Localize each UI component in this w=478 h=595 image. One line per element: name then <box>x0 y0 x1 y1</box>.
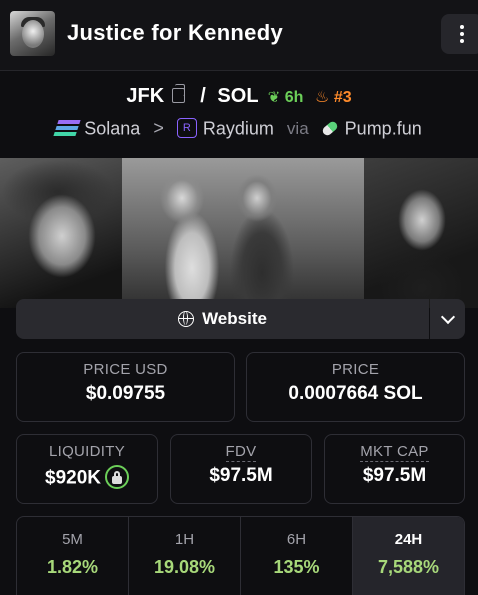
app-header: Justice for Kennedy <box>0 0 478 71</box>
base-symbol: JFK <box>126 85 165 107</box>
token-title: Justice for Kennedy <box>67 20 283 45</box>
token-banner <box>0 158 478 308</box>
price-label: PRICE <box>331 361 380 378</box>
chain-link[interactable]: Solana <box>84 118 140 138</box>
tab-24h[interactable]: 24H 7,588% <box>353 517 464 595</box>
solana-icon <box>53 120 81 136</box>
website-label: Website <box>202 309 267 328</box>
launchpad-link[interactable]: Pump.fun <box>345 118 422 138</box>
sprout-icon: ❦ <box>267 89 281 106</box>
fdv-label[interactable]: FDV <box>225 443 257 462</box>
banner-photo-2 <box>122 158 364 308</box>
price-change-tabs: 5M 1.82% 1H 19.08% 6H 135% 24H 7,588% <box>16 516 465 595</box>
liquidity-value: $920K <box>45 467 101 489</box>
tab-1h-label: 1H <box>174 531 195 548</box>
route-line: Solana > R Raydium via Pump.fun <box>0 118 478 141</box>
lock-icon[interactable] <box>105 465 129 489</box>
price-usd-label: PRICE USD <box>83 361 168 378</box>
tab-1h[interactable]: 1H 19.08% <box>129 517 241 595</box>
pill-icon <box>320 119 339 137</box>
tab-1h-value: 19.08% <box>153 557 216 577</box>
trending-rank: #3 <box>333 89 352 106</box>
tab-24h-value: 7,588% <box>377 557 440 577</box>
copy-icon[interactable] <box>171 83 185 103</box>
chevron-right-icon: > <box>153 118 164 139</box>
via-text: via <box>286 119 309 139</box>
kebab-menu-icon[interactable] <box>441 14 478 54</box>
price-card: PRICE 0.0007664 SOL <box>246 352 465 422</box>
price-usd-card: PRICE USD $0.09755 <box>16 352 235 422</box>
tab-5m[interactable]: 5M 1.82% <box>17 517 129 595</box>
tab-6h[interactable]: 6H 135% <box>241 517 353 595</box>
tab-6h-value: 135% <box>273 557 320 577</box>
price-usd-value: $0.09755 <box>85 383 166 404</box>
fdv-value: $97.5M <box>209 465 273 486</box>
pair-line: JFK / SOL ❦ 6h ♨ #3 <box>0 83 478 108</box>
mkt-cap-value: $97.5M <box>362 465 427 486</box>
flame-icon: ♨ <box>315 89 330 106</box>
mkt-cap-card: MKT CAP $97.5M <box>324 434 465 504</box>
quote-symbol: SOL <box>217 85 259 107</box>
tab-24h-label: 24H <box>394 531 423 548</box>
banner-photo-3 <box>364 158 478 308</box>
tab-5m-label: 5M <box>62 531 83 548</box>
raydium-icon: R <box>176 118 197 138</box>
mkt-cap-label[interactable]: MKT CAP <box>360 443 429 462</box>
tab-5m-value: 1.82% <box>46 557 99 577</box>
tab-6h-label: 6H <box>286 531 307 548</box>
links-dropdown-button[interactable] <box>430 299 465 339</box>
website-button[interactable]: Website <box>16 299 429 339</box>
price-value: 0.0007664 SOL <box>288 383 423 404</box>
liquidity-label: LIQUIDITY <box>48 443 126 460</box>
dex-link[interactable]: Raydium <box>203 118 274 138</box>
globe-icon <box>178 311 195 327</box>
fdv-card: FDV $97.5M <box>170 434 312 504</box>
pair-separator: / <box>200 85 206 107</box>
chevron-down-icon <box>440 309 455 324</box>
liquidity-card: LIQUIDITY $920K <box>16 434 158 504</box>
token-avatar <box>10 11 55 56</box>
banner-photo-1 <box>0 158 122 308</box>
pair-age: 6h <box>284 89 304 106</box>
